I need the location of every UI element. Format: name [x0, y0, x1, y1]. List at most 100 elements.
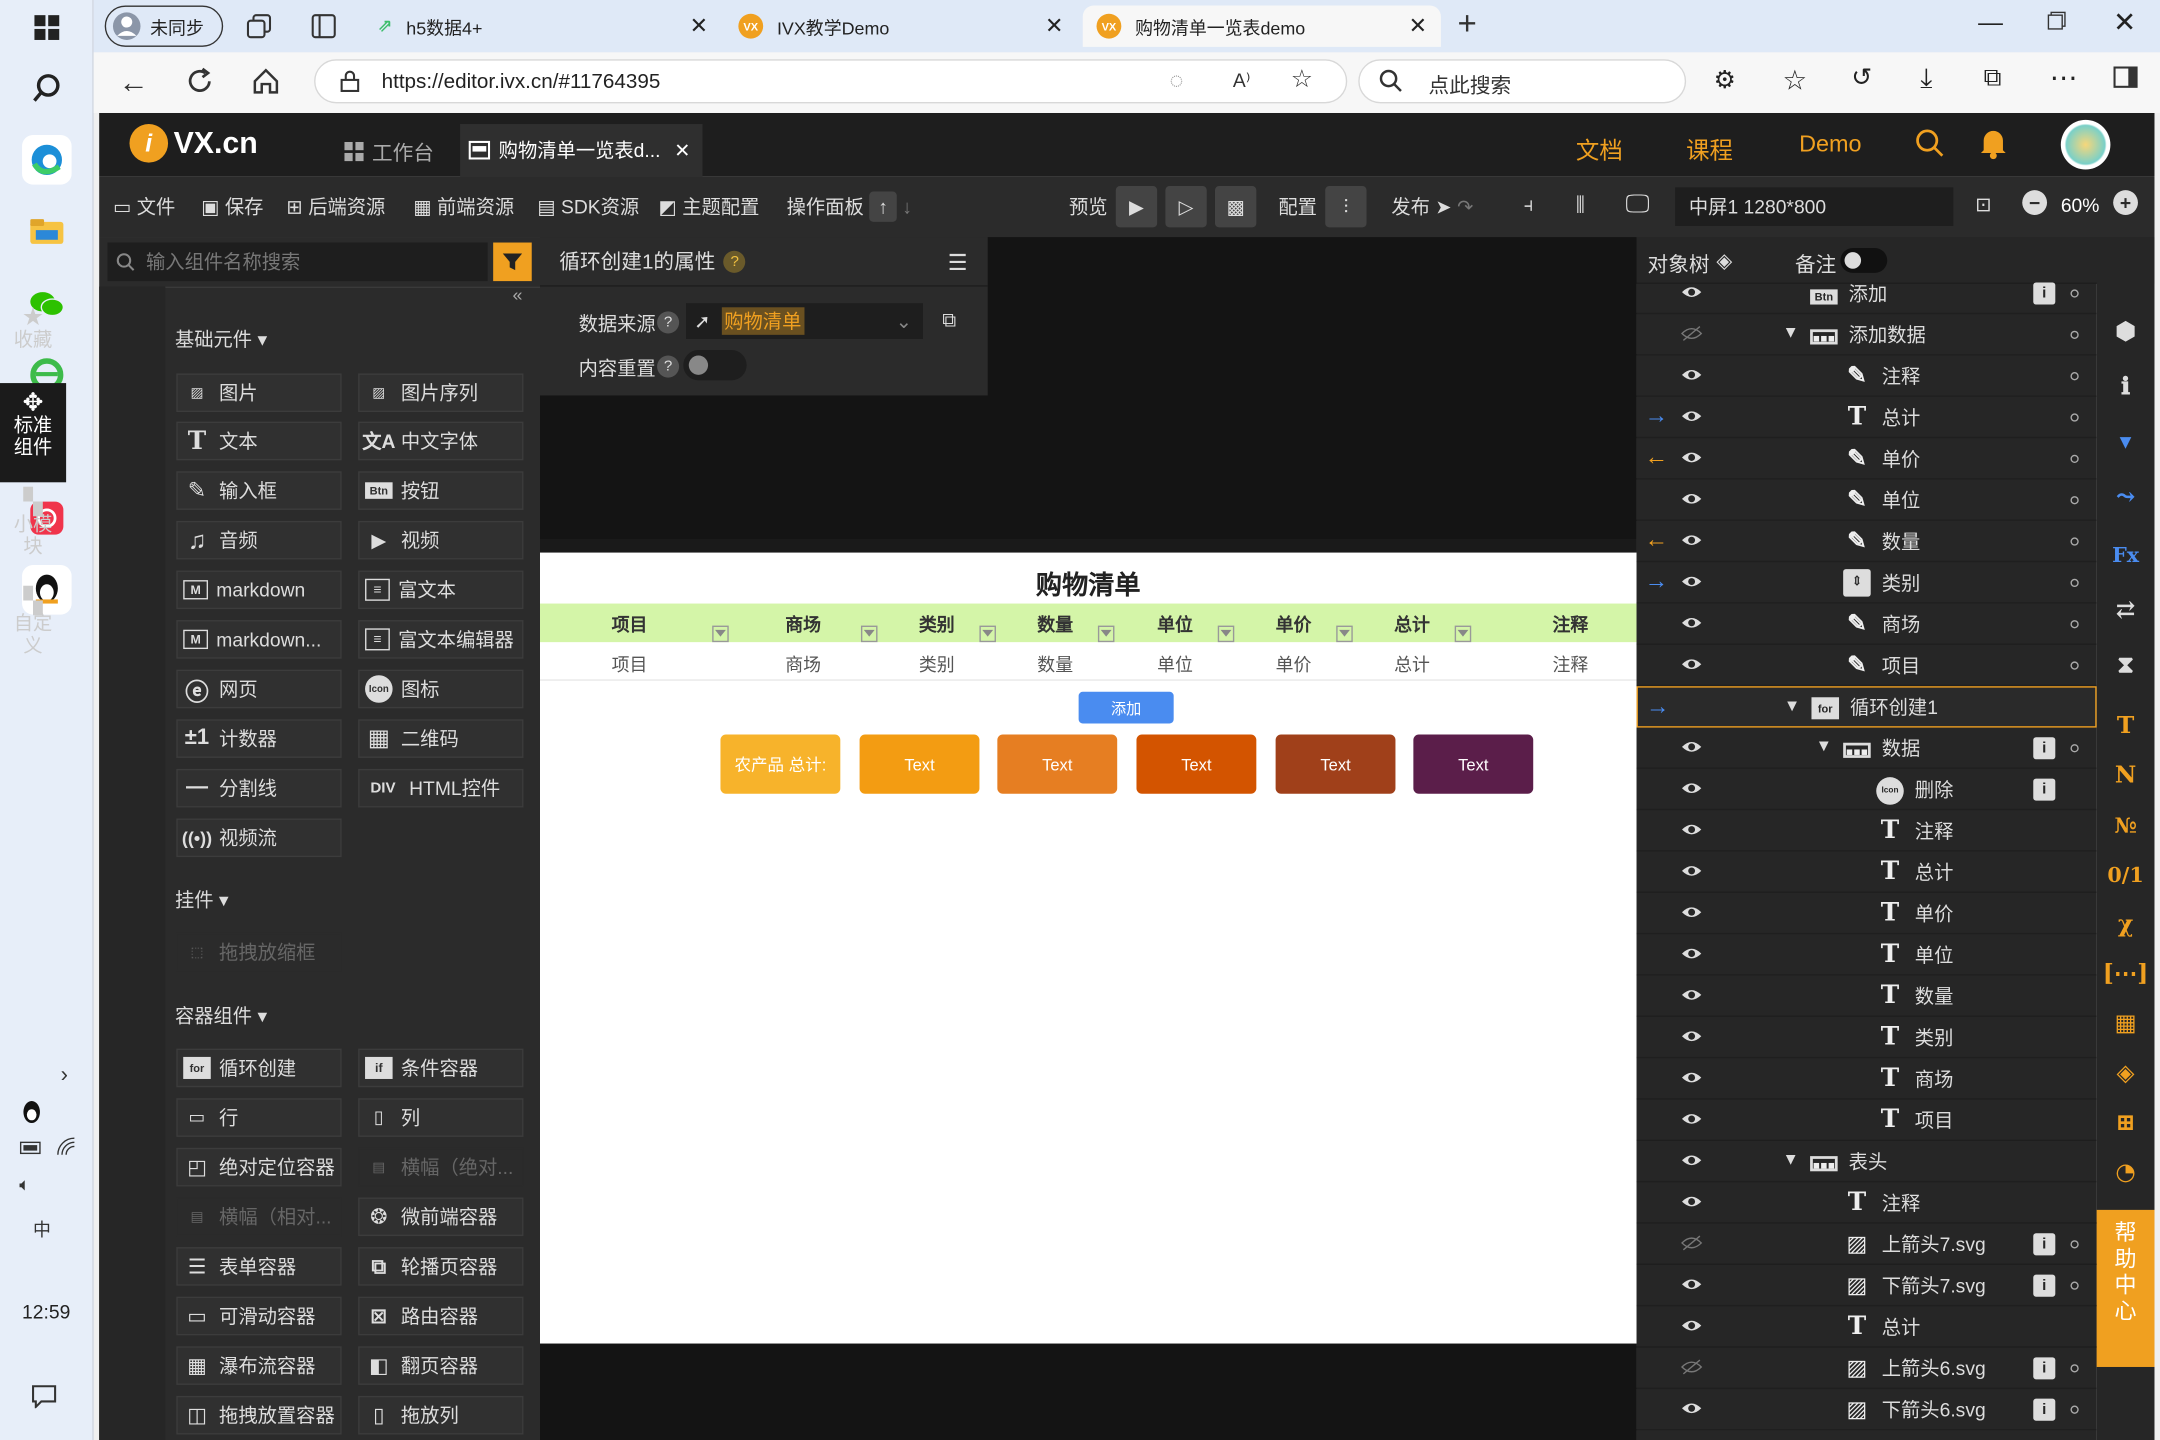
app-tab-active[interactable]: 购物清单一览表d... ✕ [460, 124, 703, 177]
status-dot[interactable] [2070, 454, 2079, 463]
side-tab-modules[interactable]: ▚ 小模块 [0, 489, 66, 579]
eye-icon[interactable] [1681, 365, 1703, 388]
comp-column[interactable]: ▯ 列 [358, 1098, 524, 1137]
eye-icon[interactable] [1681, 1192, 1703, 1215]
comp-router-container[interactable]: ⊠ 路由容器 [358, 1296, 524, 1336]
status-dot[interactable] [2070, 619, 2079, 628]
status-dot[interactable] [2070, 330, 2079, 339]
url-text[interactable]: https://editor.ivx.cn/#11764395 [382, 70, 661, 93]
sort-dropdown-icon[interactable] [1336, 625, 1353, 643]
timer-icon[interactable]: ◔ [2110, 1158, 2140, 1188]
tab-actions-icon[interactable] [311, 14, 336, 43]
sliders-icon[interactable]: ⫶ [1325, 186, 1367, 228]
comp-counter[interactable]: ±1 计数器 [176, 719, 342, 758]
comp-rich-text-editor[interactable]: ≡ 富文本编辑器 [358, 620, 524, 659]
comp-waterfall-container[interactable]: ▦ 瀑布流容器 [176, 1346, 342, 1385]
tree-node[interactable]: ✎ 商场 [1636, 604, 2097, 645]
arrow-up-icon[interactable]: ↑ [869, 191, 897, 222]
comp-drop-column[interactable]: ▯ 拖放列 [358, 1395, 524, 1435]
tree-node[interactable]: T 单价 [1636, 893, 2097, 935]
comp-button[interactable]: Btn 按钮 [358, 471, 524, 510]
add-button[interactable]: 添加 [1078, 691, 1174, 724]
numero-icon[interactable]: № [2110, 810, 2140, 840]
tree-node[interactable]: T 单位 [1636, 934, 2097, 976]
bell-icon[interactable] [1978, 127, 2008, 164]
tree-node[interactable]: T 注释 [1636, 1182, 2097, 1224]
windows-start-icon[interactable] [22, 3, 72, 53]
filter-button[interactable] [493, 242, 532, 282]
fit-screen-icon[interactable]: ⊡ [1975, 193, 1991, 216]
status-dot[interactable] [2070, 743, 2079, 752]
tree-node[interactable]: ▨ 下箭头7.svg i [1636, 1265, 2097, 1307]
comp-banner-absolute[interactable]: ▤ 横幅（绝对... [358, 1147, 524, 1187]
side-tab-standard[interactable]: ✥ 标准组件 [0, 383, 67, 483]
eye-icon[interactable] [1681, 489, 1703, 512]
close-icon[interactable]: ✕ [1409, 12, 1427, 40]
tree-node[interactable]: → T 总计 [1636, 397, 2097, 439]
back-icon[interactable]: ← [118, 65, 148, 101]
eye-icon[interactable] [1681, 448, 1703, 471]
zoom-in-icon[interactable]: + [2113, 190, 2138, 215]
comp-micro-frontend[interactable]: ❂ 微前端容器 [358, 1197, 524, 1237]
design-page[interactable]: 购物清单 项目 商场 类别 数量 单位 单价 总计 注释 项目 商场 类别 数量… [539, 552, 1637, 1344]
eye-icon[interactable] [1681, 655, 1703, 678]
comp-image-sequence[interactable]: ▨ 图片序列 [358, 373, 524, 413]
summary-card[interactable]: Text [997, 734, 1118, 794]
clock-time[interactable]: 12:59 [22, 1301, 70, 1323]
side-tab-favorites[interactable]: ★ 收藏 [0, 305, 66, 375]
status-dot[interactable] [2070, 288, 2079, 297]
align-icon[interactable]: ⫞ [1524, 193, 1534, 216]
tree-node[interactable]: ▼ ▪▪▪ 表头 [1636, 1141, 2097, 1183]
nav-docs[interactable]: 文档 [1576, 131, 1623, 165]
array-icon[interactable]: [⋯] [2103, 959, 2149, 989]
user-avatar[interactable] [2060, 119, 2111, 170]
search-icon[interactable] [1915, 128, 1945, 162]
status-dot[interactable] [2070, 1404, 2079, 1414]
tree-node[interactable]: ✎ 单位 [1636, 480, 2097, 521]
sdk-resources-button[interactable]: ▤ SDK资源 [537, 176, 639, 237]
tree-node[interactable]: ✎ 项目 [1636, 645, 2097, 687]
chevron-right-icon[interactable]: › [61, 1064, 68, 1089]
browser-tab[interactable]: ⇗ h5数据4+ ✕ [364, 6, 722, 47]
comp-drop-container[interactable]: ◫ 拖拽放置容器 [176, 1395, 342, 1435]
tree-node[interactable]: T 类别 [1636, 1017, 2097, 1059]
eye-icon[interactable] [1681, 1068, 1703, 1091]
caret-down-icon[interactable]: ▼ [1783, 1149, 1799, 1168]
browser-tab[interactable]: VX IVX教学Demo ✕ [725, 6, 1078, 47]
section-basic[interactable]: 基础元件 ▾ [175, 325, 267, 353]
tree-node[interactable]: ← ✎ 数量 [1636, 521, 2097, 563]
number-var-icon[interactable]: N [2110, 761, 2140, 791]
section-plugin[interactable]: 挂件 ▾ [175, 886, 229, 914]
screen-size-select[interactable]: 中屏1 1280*800 [1675, 187, 1954, 226]
close-icon[interactable]: ✕ [1045, 12, 1063, 40]
menu-icon[interactable]: ☰ [948, 249, 968, 277]
close-window-icon[interactable]: ✕ [2113, 6, 2136, 40]
comp-markdown-editor[interactable]: Mmarkdown... [176, 620, 342, 659]
url-bar[interactable]: https://editor.ivx.cn/#11764395 ◌ A⁾ ☆ [314, 59, 1348, 104]
info-icon[interactable]: i [2033, 1273, 2056, 1296]
tree-node[interactable]: → ⇕ 类别 [1636, 562, 2097, 604]
tree-node[interactable]: Icon 删除 i [1636, 769, 2097, 811]
help-icon[interactable]: ? [723, 250, 746, 273]
qrcode-icon[interactable]: ▩ [1214, 186, 1257, 228]
status-dot[interactable] [2070, 1363, 2079, 1372]
status-dot[interactable] [2070, 371, 2079, 380]
read-aloud-icon[interactable]: A⁾ [1233, 69, 1251, 92]
favorites-icon[interactable]: ☆ [1783, 63, 1808, 97]
extensions-icon[interactable]: ⚙︎ [1714, 66, 1736, 95]
qq-tray-icon[interactable] [19, 1100, 44, 1129]
side-tab-custom[interactable]: ▚ 自定义 [0, 588, 66, 678]
comp-html[interactable]: DIV HTML控件 [358, 768, 524, 808]
tree-data-icon[interactable]: ⊞ [2110, 1108, 2140, 1138]
more-icon[interactable]: ⋯ [2050, 61, 2078, 95]
function-icon[interactable]: Fx [2110, 540, 2140, 570]
tree-node[interactable]: ▼ ▪▪▪ 添加数据 [1636, 314, 2097, 356]
volume-icon[interactable]: 🔈︎ [19, 1174, 30, 1196]
eye-icon[interactable] [1681, 737, 1703, 760]
comp-pagination-container[interactable]: ◧ 翻页容器 [358, 1346, 524, 1385]
eye-icon[interactable] [1681, 531, 1703, 554]
browser-search-box[interactable]: 点此搜索 [1358, 59, 1687, 104]
info-icon[interactable]: i [2033, 281, 2056, 304]
collections-icon[interactable] [245, 14, 273, 43]
comp-video-stream[interactable]: ((•)) 视频流 [176, 818, 342, 858]
